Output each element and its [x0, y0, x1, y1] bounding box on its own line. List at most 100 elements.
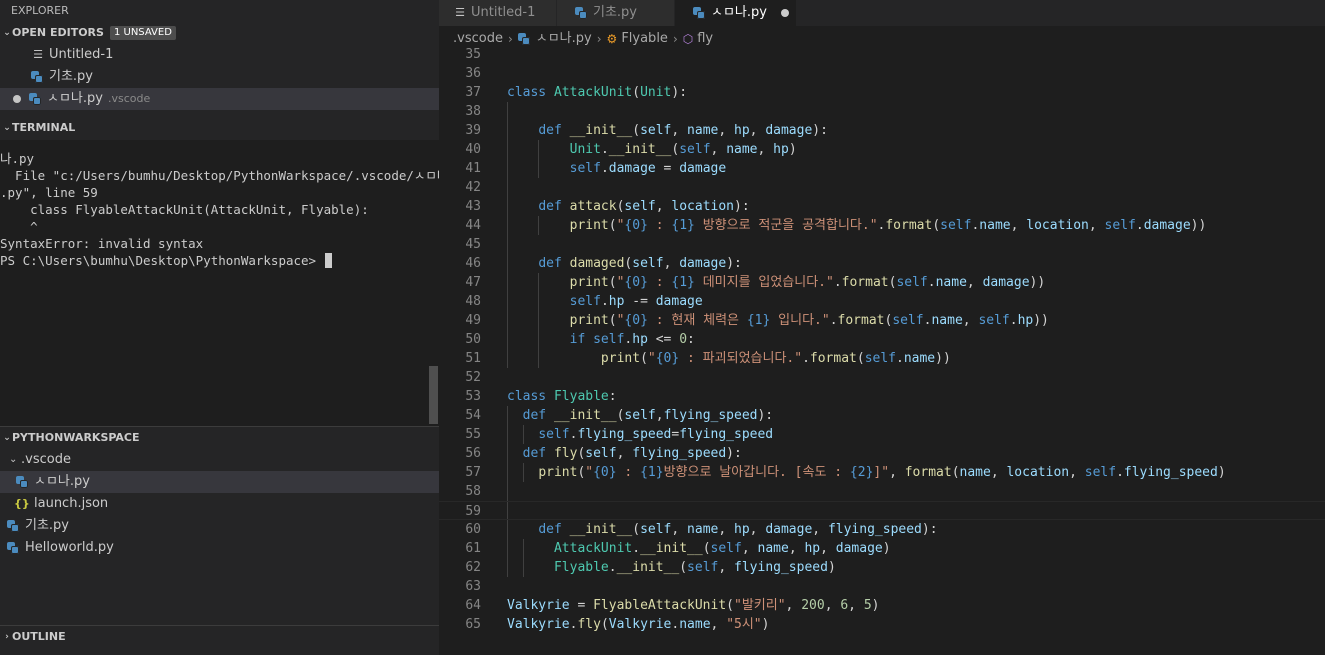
code-line[interactable]: 44 print("{0} : {1} 방향으로 적군을 공격합니다.".for…	[439, 216, 1325, 235]
line-source: print("{0} : {1} 방향으로 적군을 공격합니다.".format…	[507, 216, 1207, 235]
line-number: 62	[465, 560, 481, 575]
code-token: hp	[632, 332, 648, 347]
terminal-header[interactable]: ⌄ TERMINAL	[0, 117, 75, 139]
code-line[interactable]: 64 Valkyrie = FlyableAttackUnit("발키리", 20…	[439, 596, 1325, 615]
code-line[interactable]: 41 self.damage = damage	[439, 159, 1325, 178]
outline-label: OUTLINE	[12, 630, 66, 643]
code-token: name	[931, 313, 963, 328]
open-editor-smna[interactable]: ㅅㅁ나.py .vscode	[0, 88, 439, 110]
line-source: print ("{0} : {1}방향으로 날아갑니다. [속도 : {2}]",…	[507, 463, 1225, 482]
code-token: ,	[655, 408, 664, 423]
code-line[interactable]: 43 def attack(self, location):	[439, 197, 1325, 216]
code-line[interactable]: 53 class Flyable:	[439, 387, 1325, 406]
unsaved-dot-icon[interactable]	[13, 95, 21, 103]
code-line[interactable]: 36	[439, 64, 1325, 83]
tree-item-launch-json[interactable]: {} launch.json	[0, 493, 439, 515]
chevron-down-icon: ⌄	[3, 123, 11, 133]
code-token: Flyable	[553, 389, 609, 404]
tab-smna[interactable]: ㅅㅁ나.py	[675, 0, 797, 26]
json-icon: {}	[14, 497, 30, 510]
line-number: 58	[465, 484, 481, 499]
code-token: location	[1026, 218, 1089, 233]
code-token: format	[841, 275, 889, 290]
code-line[interactable]: 38	[439, 102, 1325, 121]
unsaved-dot-icon[interactable]	[780, 9, 789, 17]
line-source: Valkyrie.fly(Valkyrie.name, "5시")	[507, 615, 769, 634]
tree-item-gicho[interactable]: 기초.py	[0, 515, 439, 537]
code-line[interactable]: 37 class AttackUnit(Unit):	[439, 83, 1325, 102]
code-line[interactable]: 57 print ("{0} : {1}방향으로 날아갑니다. [속도 : {2}…	[439, 463, 1325, 482]
code-line[interactable]: 47 print("{0} : {1} 데미지를 입었습니다.".format(…	[439, 273, 1325, 292]
code-token: .	[927, 275, 936, 290]
code-token: ,	[710, 142, 727, 157]
outline-header[interactable]: › OUTLINE	[0, 626, 66, 648]
code-line[interactable]: 59	[439, 501, 1325, 520]
code-line[interactable]: 61 AttackUnit.__init__(self, name, hp, d…	[439, 539, 1325, 558]
code-token: 입니다."	[770, 313, 830, 328]
code-line[interactable]: 65 Valkyrie.fly(Valkyrie.name, "5시")	[439, 615, 1325, 634]
code-token: print	[569, 275, 609, 290]
code-line[interactable]: 48 self.hp -= damage	[439, 292, 1325, 311]
tree-item-smna[interactable]: ㅅㅁ나.py	[0, 471, 439, 493]
code-line[interactable]: 49 print("{0} : 현재 체력은 {1} 입니다.".format(…	[439, 311, 1325, 330]
code-line[interactable]: 50 if self.hp <= 0:	[439, 330, 1325, 349]
line-source: print("{0} : 현재 체력은 {1} 입니다.".format(sel…	[507, 311, 1049, 330]
code-token: 5	[863, 598, 872, 613]
code-token: )	[871, 598, 880, 613]
code-token: ,	[824, 598, 841, 613]
code-token: class	[507, 85, 554, 100]
code-line[interactable]: 35	[439, 45, 1325, 64]
text-file-icon: ☰	[33, 48, 43, 61]
terminal-prompt-line[interactable]: PS C:\Users\bumhu\Desktop\PythonWarkspac…	[0, 252, 439, 269]
code-line[interactable]: 62 Flyable.__init__(self, flying_speed)	[439, 558, 1325, 577]
code-token: name	[687, 522, 719, 537]
code-token: __init__	[553, 408, 617, 423]
code-line[interactable]: 58	[439, 482, 1325, 501]
tab-gicho[interactable]: 기초.py	[557, 0, 675, 26]
line-number: 57	[465, 465, 481, 480]
code-token: ,	[1088, 218, 1105, 233]
code-token: ,	[1069, 465, 1085, 480]
open-editor-untitled[interactable]: ☰ Untitled-1	[0, 44, 439, 66]
code-token: ,	[788, 541, 805, 556]
code-line[interactable]: 55 self.flying_speed=flying_speed	[439, 425, 1325, 444]
code-token: if	[569, 332, 594, 347]
open-editors-header[interactable]: ⌄ OPEN EDITORS 1 UNSAVED	[0, 22, 439, 44]
code-token: def	[538, 522, 570, 537]
code-token: damage	[765, 522, 813, 537]
terminal-panel[interactable]: 나.py File "c:/Users/bumhu/Desktop/Python…	[0, 140, 439, 426]
code-token: hp	[734, 522, 750, 537]
code-token: "	[647, 351, 656, 366]
open-editor-gicho[interactable]: 기초.py	[0, 66, 439, 88]
code-line[interactable]: 60 def __init__(self, name, hp, damage, …	[439, 520, 1325, 539]
code-line[interactable]: 54 def __init__(self,flying_speed):	[439, 406, 1325, 425]
code-line[interactable]: 52	[439, 368, 1325, 387]
code-token: .	[1135, 218, 1144, 233]
workspace-header[interactable]: ⌄ PYTHONWARKSPACE	[0, 427, 139, 449]
code-line[interactable]: 42	[439, 178, 1325, 197]
code-token: ,	[848, 598, 864, 613]
tab-untitled[interactable]: ☰ Untitled-1	[439, 0, 557, 26]
code-line[interactable]: 46 def damaged(self, damage):	[439, 254, 1325, 273]
code-line[interactable]: 63	[439, 577, 1325, 596]
terminal-line: SyntaxError: invalid syntax	[0, 236, 204, 251]
tree-item-helloworld[interactable]: Helloworld.py	[0, 537, 439, 559]
code-line[interactable]: 56 def fly(self, flying_speed):	[439, 444, 1325, 463]
code-token: 방향으로 날아갑니다. [속도 :	[663, 465, 850, 480]
code-line[interactable]: 39 def __init__(self, name, hp, damage):	[439, 121, 1325, 140]
code-token: location	[1006, 465, 1070, 480]
code-token: (	[951, 465, 960, 480]
folder-vscode[interactable]: ⌄ .vscode	[0, 449, 439, 471]
code-line[interactable]: 51 print("{0} : 파괴되었습니다.".format(self.na…	[439, 349, 1325, 368]
code-line[interactable]: 40 Unit.__init__(self, name, hp)	[439, 140, 1325, 159]
code-token: ,	[663, 256, 680, 271]
code-token: name	[959, 465, 991, 480]
tree-item-label: launch.json	[34, 496, 109, 511]
terminal-scrollbar[interactable]	[429, 366, 438, 424]
code-token: ))	[1190, 218, 1207, 233]
code-token: .	[833, 275, 842, 290]
tree-item-label: ㅅㅁ나.py	[34, 474, 90, 489]
code-line[interactable]: 45	[439, 235, 1325, 254]
code-token: )	[761, 617, 770, 632]
